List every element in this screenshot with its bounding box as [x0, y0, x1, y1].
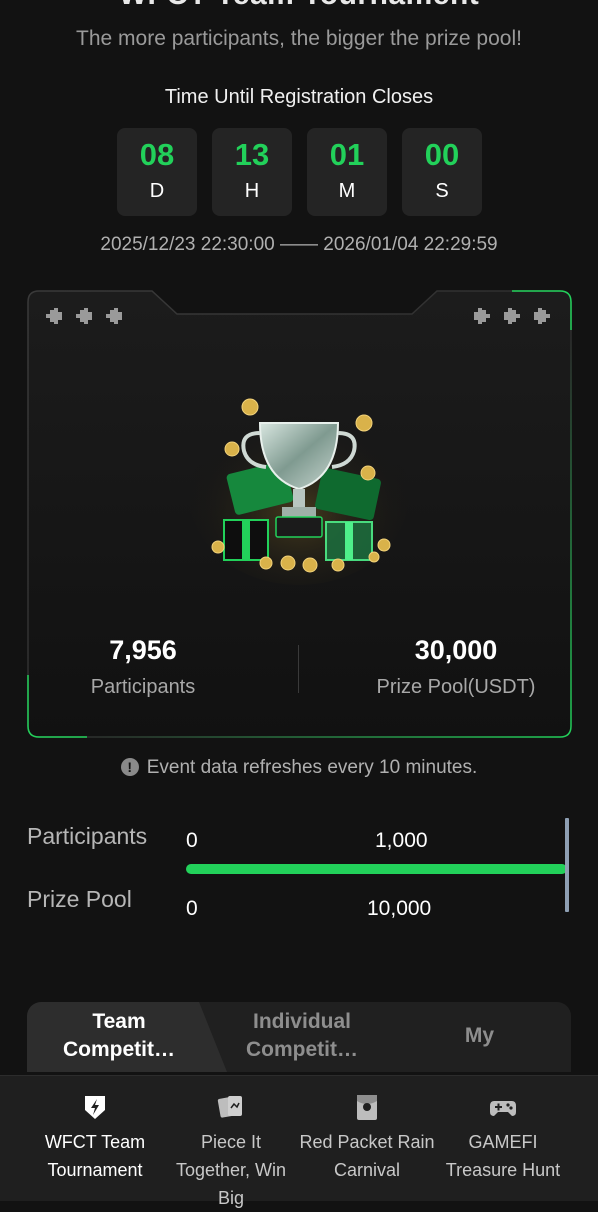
tab-my[interactable]: My [422, 1022, 537, 1050]
nav-item-red-packet-rain[interactable]: Red Packet Rain Carnival [296, 1076, 438, 1201]
nav-label: WFCT Team Tournament [44, 1132, 146, 1180]
countdown-value: 08 [139, 137, 175, 172]
competition-tabs: Team Competit… Individual Competit… My [27, 1002, 571, 1072]
bottom-nav: WFCT Team Tournament Piece It Together, … [0, 1075, 598, 1208]
nav-label: GAMEFI Treasure Hunt [445, 1132, 561, 1180]
progress-participants-milestone: 1,000 [375, 829, 428, 852]
progress-participants-label: Participants [27, 823, 148, 849]
progress-bar [186, 864, 567, 874]
progress-bar-fill [186, 864, 567, 874]
nav-item-piece-it-together[interactable]: Piece It Together, Win Big [166, 1076, 296, 1208]
lightning-shield-icon [85, 1096, 105, 1119]
countdown-unit: S [435, 180, 449, 202]
nav-item-gamefi-treasure-hunt[interactable]: GAMEFI Treasure Hunt [438, 1076, 568, 1201]
progress-prize-min: 0 [186, 897, 198, 920]
countdown-hours: 13 H [212, 128, 292, 216]
trophy-illustration [189, 398, 409, 585]
participants-count: 7,956 [109, 635, 177, 665]
stats-divider [298, 645, 299, 693]
event-date-range: 2025/12/23 22:30:00 —— 2026/01/04 22:29:… [100, 234, 498, 255]
refresh-notice: ! Event data refreshes every 10 minutes. [0, 757, 598, 779]
cards-icon [217, 1096, 242, 1118]
red-packet-icon [357, 1095, 377, 1120]
countdown-value: 00 [424, 137, 460, 172]
right-arrows-decoration [474, 308, 550, 324]
gamepad-icon [490, 1101, 516, 1116]
page-subtitle: The more participants, the bigger the pr… [76, 27, 522, 50]
progress-bar-end-marker [565, 818, 569, 912]
tab-team-competition[interactable]: Team Competit… [49, 1008, 189, 1064]
countdown-unit: M [338, 180, 356, 202]
countdown-value: 13 [234, 137, 270, 172]
countdown-unit: H [244, 180, 260, 202]
progress-prize-milestone: 10,000 [367, 897, 432, 920]
nav-label: Piece It Together, Win Big [175, 1132, 287, 1208]
nav-label: Red Packet Rain Carnival [299, 1132, 435, 1180]
progress-prize-label: Prize Pool [27, 886, 132, 912]
prize-pool-value: 30,000 [414, 635, 498, 665]
countdown-unit: D [149, 180, 165, 202]
countdown-label: Time Until Registration Closes [164, 86, 434, 108]
refresh-notice-text: Event data refreshes every 10 minutes. [146, 757, 478, 778]
info-icon: ! [120, 758, 139, 776]
tab-individual-competition[interactable]: Individual Competit… [232, 1008, 372, 1064]
page-title: WFCT Team Tournament [0, 0, 598, 12]
nav-item-wfct-team-tournament[interactable]: WFCT Team Tournament [30, 1076, 160, 1201]
countdown-days: 08 D [117, 128, 197, 216]
countdown-value: 01 [329, 137, 365, 172]
countdown-minutes: 01 M [307, 128, 387, 216]
countdown-seconds: 00 S [402, 128, 482, 216]
left-arrows-decoration [46, 308, 122, 324]
prize-pool-label: Prize Pool(USDT) [376, 676, 536, 698]
participants-label: Participants [90, 676, 196, 698]
progress-participants-min: 0 [186, 829, 198, 852]
